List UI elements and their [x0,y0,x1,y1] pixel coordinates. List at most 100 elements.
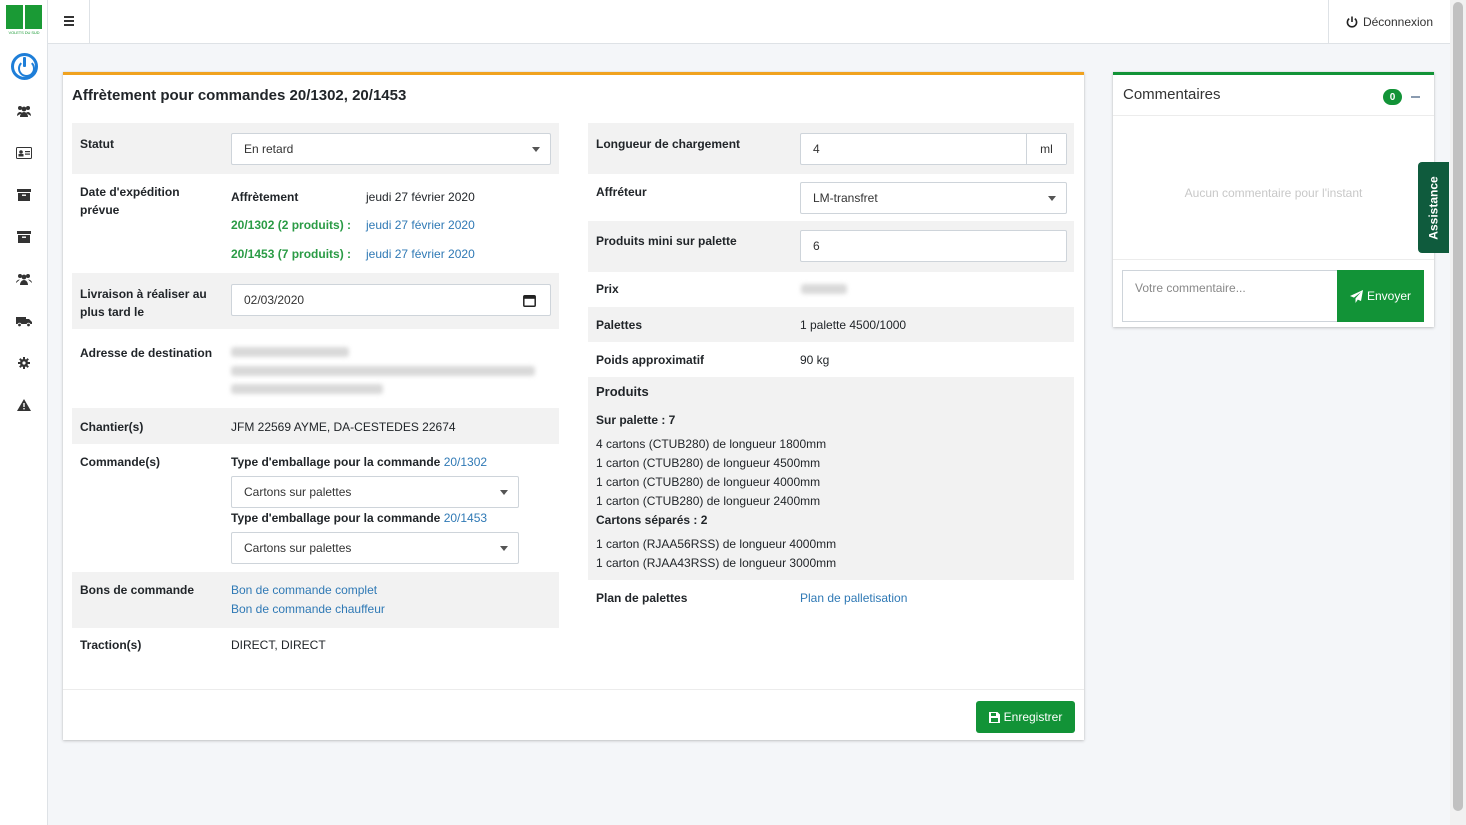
order2-date: jeudi 27 février 2020 [366,247,475,261]
page-title: Affrètement pour commandes 20/1302, 20/1… [72,87,407,104]
prix-label: Prix [596,282,619,296]
produits-mini-label: Produits mini sur palette [596,234,737,248]
longueur-label: Longueur de chargement [596,137,741,151]
send-label: Envoyer [1366,289,1412,303]
chevron-down-icon [532,147,540,152]
statut-value: En retard [244,142,294,156]
users-icon[interactable] [16,104,32,118]
affreteur-select[interactable]: LM-transfret [800,182,1067,214]
power-icon [1346,16,1358,28]
archive-icon[interactable] [16,188,32,202]
affretement-card: Affrètement pour commandes 20/1302, 20/1… [63,72,1084,740]
save-label: Enregistrer [1003,710,1063,724]
chevron-down-icon [1048,196,1056,201]
longueur-value: 4 [813,142,820,156]
cartons-separes-label: Cartons séparés : 2 [596,513,708,527]
comments-title: Commentaires [1123,86,1221,103]
comments-empty-message: Aucun commentaire pour l'instant [1184,186,1363,200]
order1-label: 20/1302 (2 produits) : [231,218,352,232]
adresse-redacted-line2 [231,366,535,376]
livraison-label: Livraison à réaliser au plus tard le [80,287,207,319]
affretement-label: Affrètement [231,190,299,204]
chantier-label: Chantier(s) [80,420,144,434]
livraison-date-input[interactable]: 02/03/2020 [231,284,551,316]
list-item: 1 carton (RJAA43RSS) de longueur 3000mm [596,556,837,570]
emballage-select-2[interactable]: Cartons sur palettes [231,532,519,564]
type2-prefix: Type d'emballage pour la commande [231,511,444,525]
order1-date: jeudi 27 février 2020 [366,218,475,232]
comments-count-badge: 0 [1383,89,1402,105]
comments-header-divider [1113,115,1434,116]
produits-label: Produits [596,384,649,399]
save-icon [988,711,1000,723]
unit-addon: ml [1026,134,1066,164]
order2-label: 20/1453 (7 produits) : [231,247,352,261]
emballage-2-value: Cartons sur palettes [244,541,352,555]
type-emballage-1: Type d'emballage pour la commande 20/130… [231,453,487,471]
list-item: 1 carton (RJAA56RSS) de longueur 4000mm [596,537,837,551]
emballage-select-1[interactable]: Cartons sur palettes [231,476,519,508]
calendar-icon[interactable] [523,294,536,307]
adresse-redacted-line3 [231,384,383,394]
statut-select[interactable]: En retard [231,133,551,165]
footer-divider [63,689,1084,690]
type1-prefix: Type d'emballage pour la commande [231,455,444,469]
list-item: 1 carton (CTUB280) de longueur 4500mm [596,456,821,470]
send-button[interactable]: Envoyer [1337,270,1424,322]
livraison-date-value: 02/03/2020 [244,293,305,307]
page-scrollbar[interactable] [1450,0,1466,825]
affretement-date: jeudi 27 février 2020 [366,190,475,204]
order-link-20-1453[interactable]: 20/1453 [444,511,487,525]
emballage-1-value: Cartons sur palettes [244,485,352,499]
power-icon[interactable] [11,53,38,80]
statut-label: Statut [80,137,114,151]
order-link-20-1302[interactable]: 20/1302 [444,455,487,469]
chevron-down-icon [500,490,508,495]
id-card-icon[interactable] [16,146,32,160]
chevron-down-icon [500,546,508,551]
top-navbar: Déconnexion [48,0,1450,44]
produits-mini-value: 6 [813,239,820,253]
list-item: 1 carton (CTUB280) de longueur 4000mm [596,475,821,489]
menu-toggle-icon[interactable] [48,0,90,43]
bons-label: Bons de commande [80,583,195,597]
list-item: 4 cartons (CTUB280) de longueur 1800mm [596,437,827,451]
assistance-tab[interactable]: Assistance [1418,162,1449,253]
paper-plane-icon [1349,289,1363,303]
palettes-value: 1 palette 4500/1000 [800,318,907,332]
comments-card: Commentaires 0 Aucun commentaire pour l'… [1113,72,1434,327]
collapse-icon[interactable] [1411,96,1420,98]
plan-label: Plan de palettes [596,591,688,605]
poids-value: 90 kg [800,353,830,367]
comment-input[interactable]: Votre commentaire... [1122,270,1338,322]
archive-icon[interactable] [16,230,32,244]
plan-link[interactable]: Plan de palletisation [800,589,907,607]
sidebar: VOLETS DU SUD [0,0,48,825]
affreteur-label: Affréteur [596,185,647,199]
type-emballage-2: Type d'emballage pour la commande 20/145… [231,509,487,527]
poids-label: Poids approximatif [596,353,705,367]
save-button[interactable]: Enregistrer [976,701,1075,733]
logout-label: Déconnexion [1362,14,1434,29]
scrollbar-thumb[interactable] [1453,2,1463,811]
logout-button[interactable]: Déconnexion [1328,0,1450,43]
gear-icon[interactable] [16,356,32,370]
sur-palette-label: Sur palette : 7 [596,413,676,427]
users-icon[interactable] [16,272,32,286]
palettes-label: Palettes [596,318,643,332]
longueur-input[interactable]: 4 ml [800,133,1067,165]
bon-complet-link[interactable]: Bon de commande complet [231,581,377,599]
assistance-label: Assistance [1426,175,1441,240]
list-item: 1 carton (CTUB280) de longueur 2400mm [596,494,821,508]
produits-mini-input[interactable]: 6 [800,230,1067,262]
chantier-value: JFM 22569 AYME, DA-CESTEDES 22674 [231,420,456,434]
traction-label: Traction(s) [80,638,142,652]
warning-icon[interactable] [16,398,32,412]
company-logo[interactable]: VOLETS DU SUD [5,4,43,36]
truck-icon[interactable] [16,314,32,328]
bon-chauffeur-link[interactable]: Bon de commande chauffeur [231,600,385,618]
prix-redacted [801,284,847,294]
comments-form-divider [1113,259,1434,260]
adresse-label: Adresse de destination [80,346,213,360]
adresse-redacted-line1 [231,347,349,357]
